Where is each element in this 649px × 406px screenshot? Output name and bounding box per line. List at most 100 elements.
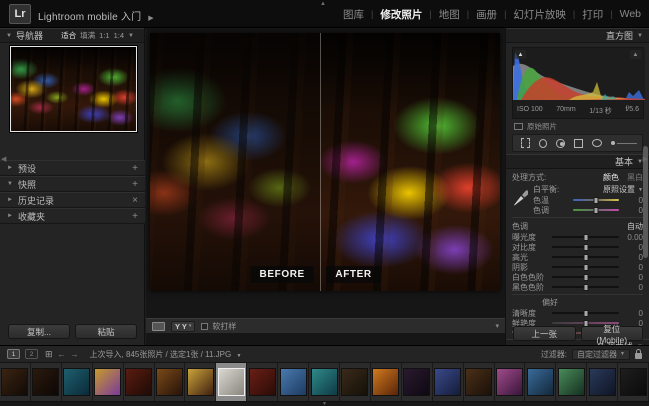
basic-panel-header[interactable]: 基本 ▼	[506, 154, 649, 169]
left-section-action-icon[interactable]: +	[132, 179, 138, 190]
adjustment-brush-tool-icon[interactable]	[611, 138, 634, 148]
slider-track[interactable]	[552, 246, 619, 248]
toolbar-options-dropdown-icon[interactable]: ▾	[495, 322, 499, 330]
identity-plate[interactable]: Lightroom mobile 入门 ▶	[38, 8, 154, 23]
go-forward-arrow-icon[interactable]: →	[71, 350, 79, 359]
slider-track[interactable]	[552, 266, 619, 268]
spot-removal-tool-icon[interactable]	[539, 139, 547, 148]
filmstrip-thumbnail-17[interactable]	[495, 363, 526, 401]
filmstrip-thumbnail-3[interactable]	[62, 363, 93, 401]
navigator-zoom-dropdown-icon[interactable]: ▼	[128, 33, 134, 39]
filter-lock-icon[interactable]	[635, 353, 642, 359]
module-tab-7[interactable]: Web	[620, 8, 641, 20]
filmstrip-thumbnail-4[interactable]	[93, 363, 124, 401]
slider-track[interactable]	[573, 209, 619, 211]
shadow-clipping-icon[interactable]: ▲	[515, 50, 526, 59]
primary-screen-button[interactable]: 1	[7, 349, 20, 359]
filmstrip-thumbnail-20[interactable]	[587, 363, 618, 401]
slider-thumb[interactable]	[594, 197, 599, 204]
left-section-2[interactable]: ▼快照+	[0, 176, 145, 192]
left-panel-collapse-arrow-icon[interactable]: ◀	[1, 155, 6, 163]
top-panel-collapse-arrow-icon[interactable]: ▲	[320, 1, 326, 7]
slider-track[interactable]	[552, 312, 619, 314]
crop-tool-icon[interactable]	[521, 138, 530, 148]
main-photo[interactable]: BEFORE AFTER	[150, 33, 500, 291]
white-balance-row[interactable]: 白平衡: 原照设置 ▼	[533, 184, 643, 195]
navigator-zoom-option[interactable]: 适合	[61, 30, 76, 41]
highlight-clipping-icon[interactable]: ▲	[630, 50, 641, 59]
navigator-zoom-option[interactable]: 1:4	[114, 31, 124, 40]
loupe-view-icon[interactable]	[152, 322, 165, 331]
filmstrip-thumbnail-1[interactable]	[0, 363, 31, 401]
filmstrip-thumbnail-10[interactable]	[278, 363, 309, 401]
filmstrip-thumbnail-6[interactable]	[155, 363, 186, 401]
secondary-screen-button[interactable]: 2	[25, 349, 38, 359]
navigator-panel-header[interactable]: ▼ 导航器 适合填满1:11:4 ▼	[0, 28, 144, 43]
filmstrip-thumbnail-11[interactable]	[309, 363, 340, 401]
filmstrip-thumbnail-19[interactable]	[556, 363, 587, 401]
slider-thumb[interactable]	[583, 284, 588, 291]
module-tab-6[interactable]: 打印	[582, 7, 603, 22]
filmstrip-thumbnail-15[interactable]	[433, 363, 464, 401]
radial-filter-tool-icon[interactable]	[592, 139, 602, 147]
soft-proofing-toggle[interactable]: 软打样	[201, 321, 236, 332]
left-section-4[interactable]: ►收藏夹+	[0, 208, 145, 224]
filmstrip-thumbnail-5[interactable]	[124, 363, 155, 401]
filmstrip-thumbnail-9[interactable]	[247, 363, 278, 401]
filmstrip-thumbnail-12[interactable]	[340, 363, 371, 401]
filmstrip-thumbnail-18[interactable]	[525, 363, 556, 401]
previous-button[interactable]: 上一张	[513, 326, 576, 341]
before-after-view-button[interactable]: Y Y ▾	[171, 321, 195, 332]
white-balance-value[interactable]: 原照设置	[603, 184, 635, 195]
filmstrip-thumbnail-13[interactable]	[371, 363, 402, 401]
slider-thumb[interactable]	[583, 234, 588, 241]
filmstrip-thumbnail-21[interactable]	[618, 363, 649, 401]
slider-track[interactable]	[552, 256, 619, 258]
slider-track[interactable]	[552, 276, 619, 278]
left-section-action-icon[interactable]: +	[132, 211, 138, 222]
copy-button[interactable]: 复制...	[8, 324, 70, 339]
left-section-3[interactable]: ►历史记录×	[0, 192, 145, 208]
left-section-action-icon[interactable]: ×	[132, 195, 138, 206]
red-eye-tool-icon[interactable]	[556, 139, 564, 148]
slider-thumb[interactable]	[583, 244, 588, 251]
soft-proofing-checkbox[interactable]	[201, 323, 208, 330]
go-back-arrow-icon[interactable]: ←	[58, 350, 66, 359]
slider-thumb[interactable]	[594, 207, 599, 214]
graduated-filter-tool-icon[interactable]	[574, 139, 583, 148]
filmstrip-thumbnail-8[interactable]	[216, 363, 247, 401]
filmstrip-thumbnail-7[interactable]	[185, 363, 216, 401]
histogram-panel-header[interactable]: 直方图 ▼	[506, 28, 649, 43]
histogram[interactable]: ▲ ▲ ISO 10070mm1/13 秒f/5.6	[512, 47, 644, 119]
treatment-color-option[interactable]: 颜色	[603, 172, 619, 183]
filmstrip-thumbnail-2[interactable]	[31, 363, 62, 401]
module-tab-2[interactable]: 修改照片	[380, 7, 422, 22]
slider-track[interactable]	[573, 199, 619, 201]
slider-thumb[interactable]	[583, 310, 588, 317]
filmstrip-thumbnail-14[interactable]	[402, 363, 433, 401]
left-section-action-icon[interactable]: +	[132, 163, 138, 174]
auto-tone-button[interactable]: 自动	[627, 221, 643, 232]
module-tab-3[interactable]: 地图	[439, 7, 460, 22]
slider-thumb[interactable]	[583, 254, 588, 261]
filmstrip-thumbnail-16[interactable]	[464, 363, 495, 401]
before-after-divider[interactable]	[320, 33, 321, 291]
right-panel-collapse-arrow-icon[interactable]: ▶	[643, 155, 648, 163]
left-section-1[interactable]: ►预设+	[0, 160, 145, 176]
filmstrip-collapse-arrow-icon[interactable]: ▼	[322, 401, 327, 406]
filter-dropdown[interactable]: 自定过滤器 ▼	[572, 349, 630, 360]
slider-thumb[interactable]	[583, 264, 588, 271]
module-tab-5[interactable]: 幻灯片放映	[513, 7, 566, 22]
slider-thumb[interactable]	[583, 274, 588, 281]
slider-track[interactable]	[552, 286, 619, 288]
module-tab-4[interactable]: 画册	[476, 7, 497, 22]
paste-button[interactable]: 粘贴	[75, 324, 137, 339]
grid-view-icon[interactable]: ⊞	[45, 349, 53, 360]
slider-track[interactable]	[552, 236, 619, 238]
white-balance-eyedropper-icon[interactable]	[512, 184, 528, 208]
navigator-zoom-option[interactable]: 填满	[80, 30, 95, 41]
treatment-bw-option[interactable]: 黑白	[627, 172, 643, 183]
module-tab-1[interactable]: 图库	[343, 7, 364, 22]
filmstrip-source-breadcrumb[interactable]: 上次导入, 845张照片 / 选定1张 / 11.JPG ▼	[90, 349, 242, 360]
reset-button[interactable]: 复位 (Mobile)	[581, 326, 644, 341]
